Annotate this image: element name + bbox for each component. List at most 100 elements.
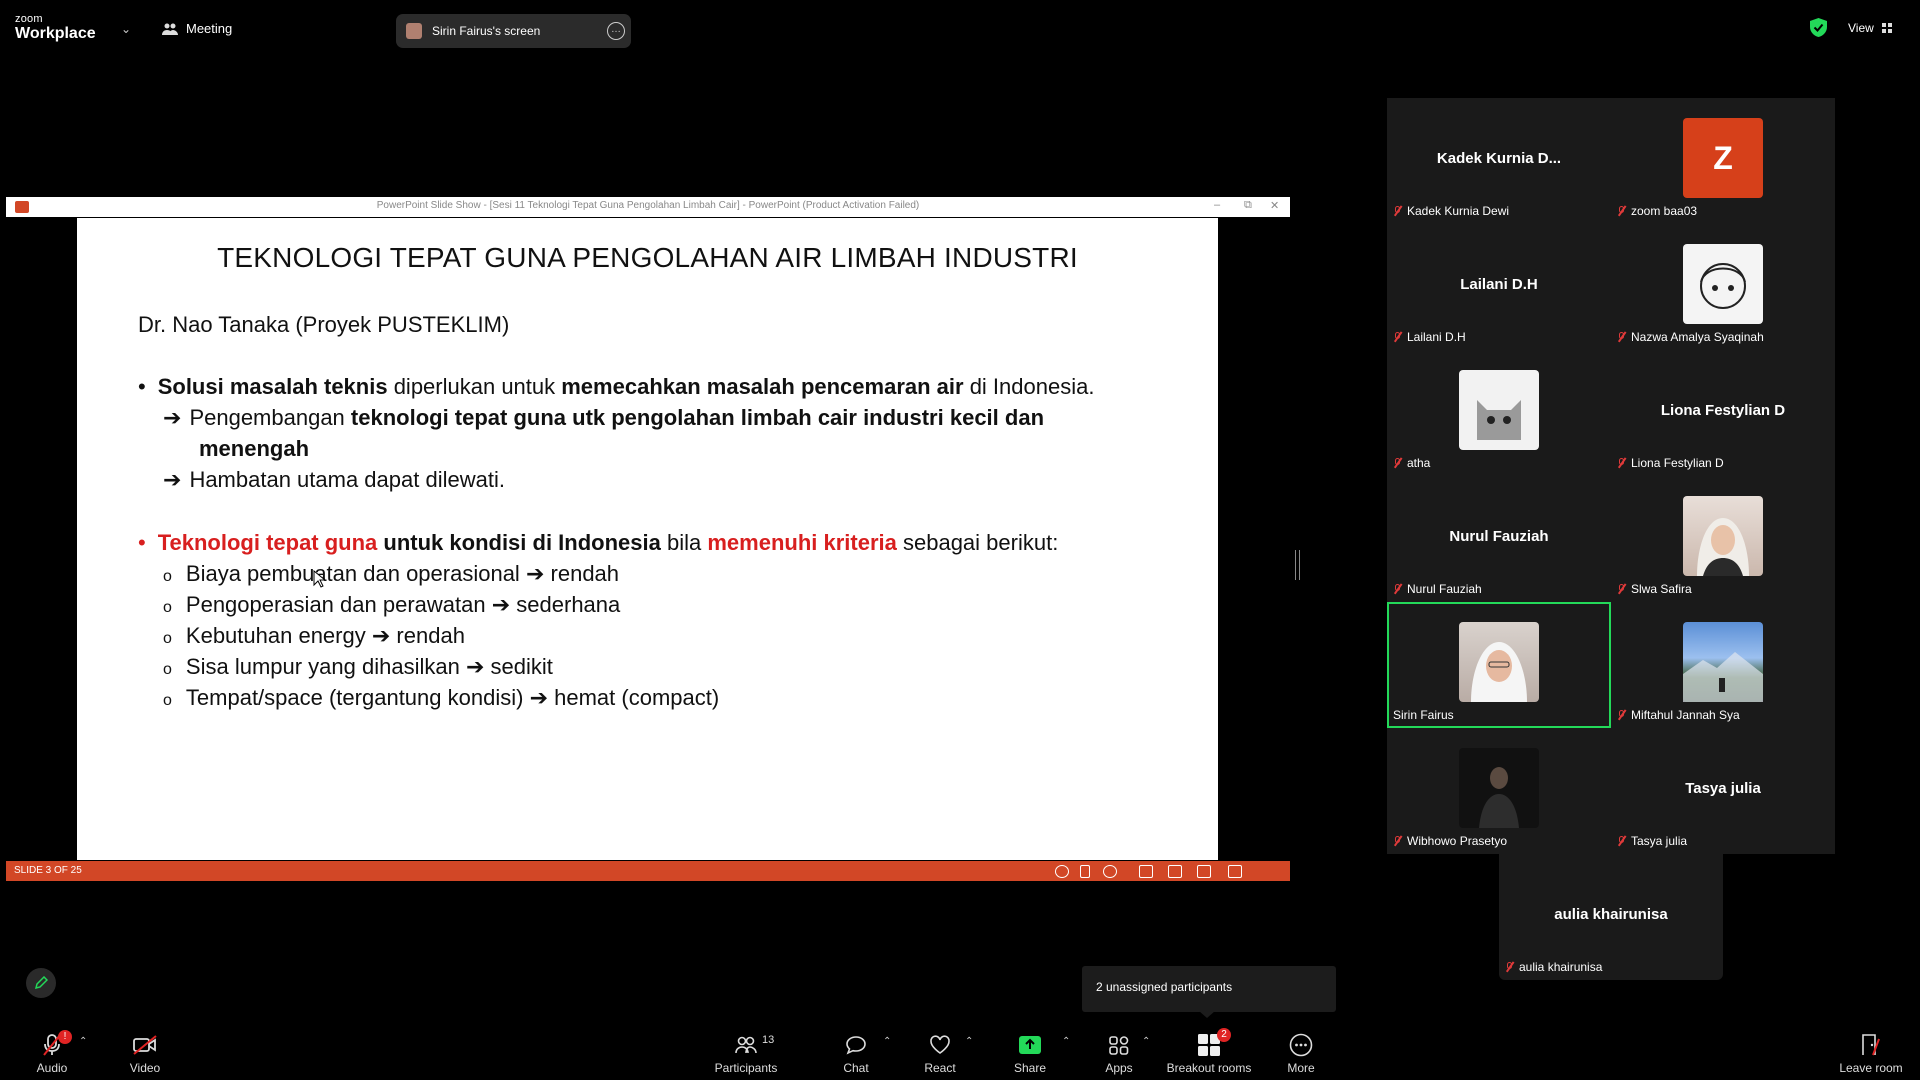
- video-button[interactable]: Video: [105, 1032, 185, 1075]
- participant-tile[interactable]: Wibhowo Prasetyo: [1387, 728, 1611, 854]
- normal-view-icon[interactable]: [1139, 865, 1153, 878]
- bullet-2: • Teknologi tepat guna untuk kondisi di I…: [138, 530, 1059, 555]
- reading-view-icon[interactable]: [1197, 865, 1211, 878]
- mic-muted-icon: [1393, 583, 1402, 595]
- heart-icon: [930, 1035, 950, 1054]
- chevron-down-icon[interactable]: ⌄: [121, 22, 131, 36]
- arrow-icon: ➔: [371, 623, 391, 648]
- participant-tile[interactable]: Slwa Safira: [1611, 476, 1835, 602]
- next-slide-icon[interactable]: [1103, 865, 1117, 878]
- participant-display-name: Nurul Fauziah: [1449, 528, 1549, 545]
- meeting-button[interactable]: Meeting: [162, 21, 232, 36]
- participant-tile[interactable]: Tasya julia Tasya julia: [1611, 728, 1835, 854]
- minimize-icon[interactable]: –: [1214, 199, 1220, 211]
- avatar: [1683, 496, 1763, 576]
- restore-icon[interactable]: ⧉: [1244, 199, 1252, 212]
- participant-display-name: Liona Festylian D: [1660, 402, 1786, 419]
- participant-tile[interactable]: Lailani D.H Lailani D.H: [1387, 224, 1611, 350]
- b2-p4: memenuhi kriteria: [707, 530, 897, 555]
- ppt-window-title: PowerPoint Slide Show - [Sesi 11 Teknolo…: [376, 200, 920, 211]
- shield-check-icon[interactable]: [1810, 18, 1827, 37]
- slide-menu-icon[interactable]: [1080, 865, 1090, 878]
- chat-options-caret[interactable]: ⌃: [883, 1036, 891, 1047]
- participants-icon: [735, 1036, 757, 1054]
- apps-icon: [1109, 1036, 1129, 1055]
- screen-share-pill[interactable]: Sirin Fairus's screen …: [396, 14, 631, 48]
- share-options-caret[interactable]: ⌃: [1062, 1036, 1070, 1047]
- audio-alert-badge: !: [58, 1030, 72, 1044]
- criteria-label: Tempat/space (tergantung kondisi): [185, 685, 524, 710]
- participant-label: Nazwa Amalya Syaqinah: [1617, 330, 1764, 344]
- participant-tile[interactable]: Nurul Fauziah Nurul Fauziah: [1387, 476, 1611, 602]
- b1a-p2: teknologi tepat guna utk pengolahan limb…: [350, 405, 1045, 430]
- slide-sorter-icon[interactable]: [1168, 865, 1182, 878]
- grid-view-icon: [1881, 23, 1892, 33]
- mic-muted-icon: [1393, 457, 1402, 469]
- zoom-workplace-logo[interactable]: zoom Workplace: [15, 14, 96, 42]
- avatar: Z: [1683, 118, 1763, 198]
- participant-label: Kadek Kurnia Dewi: [1393, 204, 1509, 218]
- participant-tile[interactable]: Nazwa Amalya Syaqinah: [1611, 224, 1835, 350]
- leave-room-button[interactable]: Leave room: [1829, 1032, 1913, 1075]
- b2-p1: Teknologi tepat guna: [157, 530, 378, 555]
- more-options-icon[interactable]: …: [607, 22, 625, 40]
- meeting-icon: [162, 23, 178, 35]
- mic-muted-icon: [1617, 457, 1626, 469]
- logo-bottom: Workplace: [15, 25, 96, 42]
- participant-tile[interactable]: aulia khairunisa aulia khairunisa: [1499, 854, 1723, 980]
- participant-tile-active-speaker[interactable]: Sirin Fairus: [1387, 602, 1611, 728]
- view-button[interactable]: View: [1848, 21, 1892, 35]
- sub-bullet-1a-cont: menengah: [199, 436, 310, 461]
- b1a-p1: Pengembangan: [189, 405, 351, 430]
- logo-top: zoom: [15, 13, 43, 25]
- audio-label: Audio: [36, 1061, 68, 1075]
- participant-display-name: Lailani D.H: [1460, 276, 1538, 293]
- participant-tile[interactable]: Z zoom baa03: [1611, 98, 1835, 224]
- apps-options-caret[interactable]: ⌃: [1142, 1036, 1150, 1047]
- cat-avatar-image: [1477, 400, 1521, 440]
- slideshow-icon[interactable]: [1228, 865, 1242, 878]
- react-label: React: [924, 1061, 956, 1075]
- participant-name: Nurul Fauziah: [1407, 582, 1482, 596]
- criteria-item: o Biaya pembuatan dan operasional ➔ renda…: [163, 561, 620, 586]
- react-options-caret[interactable]: ⌃: [965, 1036, 973, 1047]
- arrow-icon: ➔: [491, 592, 511, 617]
- b2-p3: bila: [660, 530, 708, 555]
- avatar: [1683, 244, 1763, 324]
- participant-label: Tasya julia: [1617, 834, 1687, 848]
- participant-tile[interactable]: atha: [1387, 350, 1611, 476]
- leave-room-label: Leave room: [1839, 1061, 1903, 1075]
- meeting-label: Meeting: [186, 21, 233, 36]
- participant-name: Nazwa Amalya Syaqinah: [1631, 330, 1764, 344]
- participant-tile[interactable]: Liona Festylian D Liona Festylian D: [1611, 350, 1835, 476]
- tooltip-text: 2 unassigned participants: [1096, 980, 1233, 994]
- mouse-cursor-icon: [313, 570, 325, 588]
- participant-tile[interactable]: Kadek Kurnia D... Kadek Kurnia Dewi: [1387, 98, 1611, 224]
- share-screen-icon: [1019, 1036, 1041, 1054]
- profile-photo: [1697, 518, 1749, 576]
- participants-button[interactable]: Participants 13: [706, 1032, 786, 1075]
- criteria-label: Kebutuhan energy: [185, 623, 366, 648]
- annotate-button[interactable]: [26, 968, 56, 998]
- previous-slide-icon[interactable]: [1055, 865, 1069, 878]
- resize-handle[interactable]: [1295, 550, 1300, 580]
- arrow-icon: ➔: [163, 405, 182, 430]
- mic-muted-icon: [1393, 205, 1402, 217]
- breakout-rooms-button[interactable]: Breakout rooms 2: [1159, 1028, 1259, 1075]
- participant-tile[interactable]: Miftahul Jannah Sya: [1611, 602, 1835, 728]
- pencil-icon: [34, 976, 48, 990]
- profile-photo: [1471, 642, 1527, 702]
- audio-options-caret[interactable]: ⌃: [79, 1036, 87, 1047]
- share-button[interactable]: Share: [990, 1032, 1070, 1075]
- b1b-text: Hambatan utama dapat dilewati.: [189, 467, 505, 492]
- participant-display-name: aulia khairunisa: [1554, 906, 1668, 923]
- participant-display-name: Kadek Kurnia D...: [1436, 150, 1562, 167]
- breakout-rooms-label: Breakout rooms: [1166, 1061, 1252, 1075]
- slide-counter: SLIDE 3 OF 25: [14, 865, 82, 876]
- participant-name: atha: [1407, 456, 1431, 470]
- participant-label: Miftahul Jannah Sya: [1617, 708, 1740, 722]
- b2-p5: sebagai berikut:: [896, 530, 1059, 555]
- bullet-1: • Solusi masalah teknis diperlukan untuk …: [138, 374, 1095, 399]
- close-icon[interactable]: ✕: [1270, 199, 1279, 212]
- more-button[interactable]: More: [1261, 1032, 1341, 1075]
